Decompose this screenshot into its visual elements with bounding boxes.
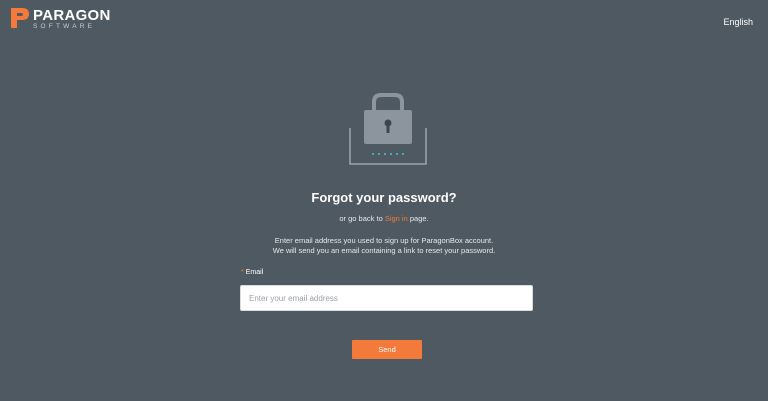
- language-selector[interactable]: English: [723, 17, 753, 27]
- page-title: Forgot your password?: [311, 190, 457, 205]
- back-to-signin-text: or go back to Sign in page.: [0, 214, 768, 223]
- paragon-logo-icon: [11, 8, 29, 28]
- instructions-line-2: We will send you an email containing a l…: [272, 246, 496, 255]
- email-field[interactable]: [240, 285, 533, 311]
- required-marker: *: [241, 269, 244, 276]
- email-label: * Email: [241, 269, 263, 276]
- sign-in-link[interactable]: Sign in: [385, 214, 408, 223]
- send-button[interactable]: Send: [352, 340, 422, 359]
- email-label-text: Email: [245, 269, 264, 276]
- logo: PARAGON SOFTWARE: [9, 6, 111, 31]
- padlock-icon: [349, 93, 427, 165]
- back-suffix: page.: [407, 214, 429, 223]
- brand-subtitle: SOFTWARE: [33, 23, 96, 30]
- instructions-line-1: Enter email address you used to sign up …: [274, 236, 494, 245]
- instructions: Enter email address you used to sign up …: [0, 236, 768, 256]
- brand-name: PARAGON: [33, 7, 111, 24]
- back-prefix: or go back to: [339, 214, 385, 223]
